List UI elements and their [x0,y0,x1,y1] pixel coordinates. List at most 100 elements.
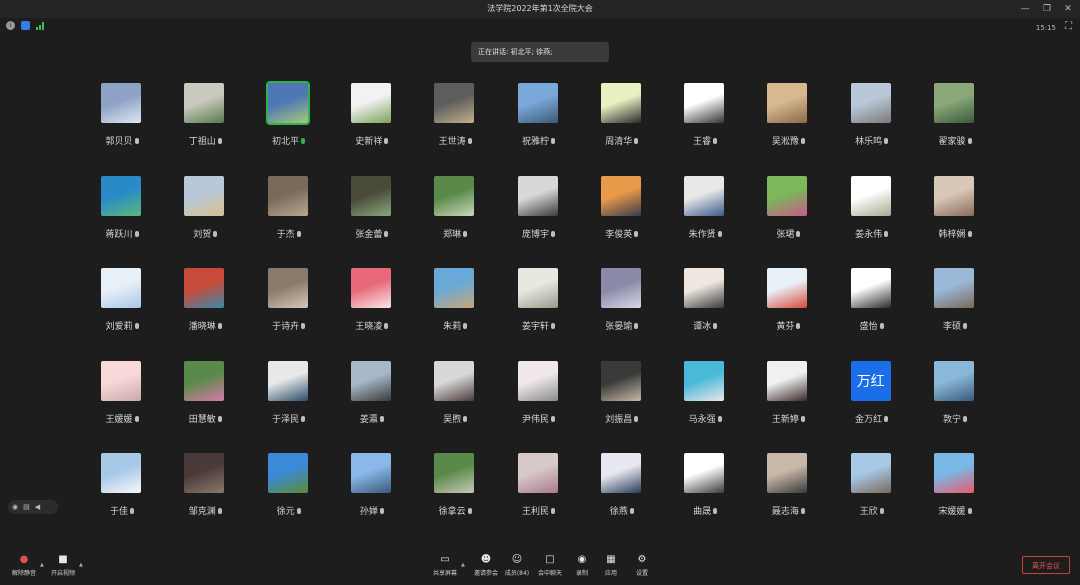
participant-tile[interactable]: 祝雅柠 [509,83,569,163]
participant-name-label: 周清华 [605,137,633,147]
mic-icon [384,138,389,144]
participant-tile[interactable]: 聂志海 [758,453,818,533]
participant-tile[interactable]: 黄芬 [758,268,818,348]
participant-tile[interactable]: 王新婷 [758,360,818,441]
participant-tile[interactable]: 于泽民 [259,360,319,441]
participant-tile[interactable]: 李硕 [925,268,985,348]
fullscreen-icon[interactable]: ⛶ [1065,21,1072,32]
participant-tile[interactable]: 敦宁 [925,360,985,441]
participant-name-label: 徐燕 [609,507,628,517]
participant-tile[interactable]: 曲晟 [675,453,735,533]
participant-avatar [517,268,558,308]
participant-tile[interactable]: 徐拿云 [425,453,485,533]
participant-tile[interactable]: 史新祥 [342,83,402,163]
mic-icon [379,508,384,514]
participant-tile[interactable]: 张晏瑜 [592,268,652,348]
participant-name-label: 张金蕾 [355,229,383,240]
participant-tile[interactable]: 周清华 [592,83,652,163]
participant-avatar [684,175,725,216]
globe-icon[interactable]: ◉ [12,503,18,511]
participant-name-label: 徐拿云 [438,507,466,517]
participant-tile[interactable]: 于杰 [259,175,319,256]
leave-meeting-button[interactable]: 离开会议 [1022,556,1070,574]
participant-tile[interactable]: 徐元 [259,453,319,533]
participant-tile[interactable]: 翟家骏 [925,83,985,163]
share-screen-button[interactable]: ▭ 共享屏幕 [425,554,465,577]
participant-tile[interactable]: 姜宇轩 [509,268,569,348]
participant-tile[interactable]: 徐燕 [592,453,652,533]
participant-tile[interactable]: 潘晓琳 [175,268,235,348]
participant-tile[interactable]: 万红 金万红 [842,360,902,441]
participant-tile[interactable]: 丁祖山 [175,83,235,163]
participant-tile[interactable]: 姜瀛 [342,360,402,441]
participant-tile[interactable]: 姜永伟 [842,175,902,256]
settings-button[interactable]: ⚙ 设置 [622,554,662,577]
participant-avatar [434,83,475,123]
participant-name: 郑琳 [425,227,485,240]
participant-name-label: 王利民 [521,507,549,517]
participant-name-label: 敦宁 [942,414,961,425]
participant-name-label: 郭贝贝 [105,137,133,147]
restore-icon[interactable]: ❐ [1040,2,1054,16]
participant-tile[interactable]: 尹伟民 [509,360,569,441]
video-options-caret-icon[interactable]: ▲ [79,562,83,568]
participant-tile[interactable]: 吴煦 [425,360,485,441]
shield-icon[interactable] [21,21,30,30]
participant-tile[interactable]: 张珺 [758,175,818,256]
participant-tile[interactable]: 田慧敏 [175,360,235,441]
participant-tile[interactable]: 宋媛媛 [925,453,985,533]
mic-icon [551,415,555,422]
participant-tile[interactable]: 邹克渊 [175,453,235,533]
close-icon[interactable]: ✕ [1061,2,1075,16]
participant-tile[interactable]: 朱作贤 [675,175,735,256]
participant-avatar [767,360,808,401]
participant-tile[interactable]: 谭冰 [675,268,735,348]
participant-tile[interactable]: 刘贺 [175,175,235,256]
participant-name-label: 金万红 [855,414,883,425]
participant-tile[interactable]: 初北平 [259,81,319,163]
participant-tile[interactable]: 王利民 [509,453,569,533]
participant-name: 姜瀛 [342,412,402,425]
participant-tile[interactable]: 于佳 [92,453,152,533]
participant-tile[interactable]: 李俊英 [592,175,652,256]
participant-tile[interactable]: 庞博宇 [509,175,569,256]
video-button[interactable]: ■ 开启视频 [43,554,83,577]
participant-tile[interactable]: 于诗卉 [259,268,319,348]
participant-tile[interactable]: 张金蕾 [342,175,402,256]
subtitle-icon[interactable]: ▤ [23,503,30,511]
participant-tile[interactable]: 吴淞豫 [758,83,818,163]
add-user-icon: ☻ [480,554,492,565]
participant-avatar [767,268,808,308]
avatar-text: 万红 [856,373,885,390]
participant-tile[interactable]: 孙婵 [342,453,402,533]
participant-tile[interactable]: 郑琳 [425,175,485,256]
participant-name-label: 王晓凌 [355,322,383,332]
mic-icon [967,138,972,144]
participant-tile[interactable]: 王世涛 [425,83,485,163]
share-options-caret-icon[interactable]: ▲ [461,562,465,568]
mute-button[interactable]: ● 解除静音 [4,554,44,577]
participant-tile[interactable]: 王欣 [842,453,902,533]
participant-tile[interactable]: 蒋跃川 [92,175,152,256]
participant-tile[interactable]: 王睿 [675,83,735,163]
info-icon[interactable]: i [6,21,15,30]
participant-tile[interactable]: 郭贝贝 [92,83,152,163]
participant-tile[interactable]: 刘振昌 [592,360,652,441]
minimize-icon[interactable]: — [1018,2,1032,16]
participant-avatar [684,83,725,123]
participant-avatar [184,360,225,401]
participant-tile[interactable]: 盛怡 [842,268,902,348]
participant-tile[interactable]: 朱莉 [425,268,485,348]
participant-tile[interactable]: 王晓凌 [342,268,402,348]
participant-name: 于杰 [259,227,319,240]
participant-name-label: 郑琳 [443,229,462,240]
clock: 15:15 [1035,24,1056,32]
participant-avatar [434,268,475,308]
participant-tile[interactable]: 马永强 [675,360,735,441]
participant-tile[interactable]: 王媛媛 [92,360,152,441]
participant-tile[interactable]: 韩梓娴 [925,175,985,256]
participant-tile[interactable]: 林乐鸣 [842,83,902,163]
participant-tile[interactable]: 刘爱莉 [92,268,152,348]
participant-name-label: 王世涛 [438,137,466,147]
collapse-left-icon[interactable]: ◀ [35,503,40,511]
